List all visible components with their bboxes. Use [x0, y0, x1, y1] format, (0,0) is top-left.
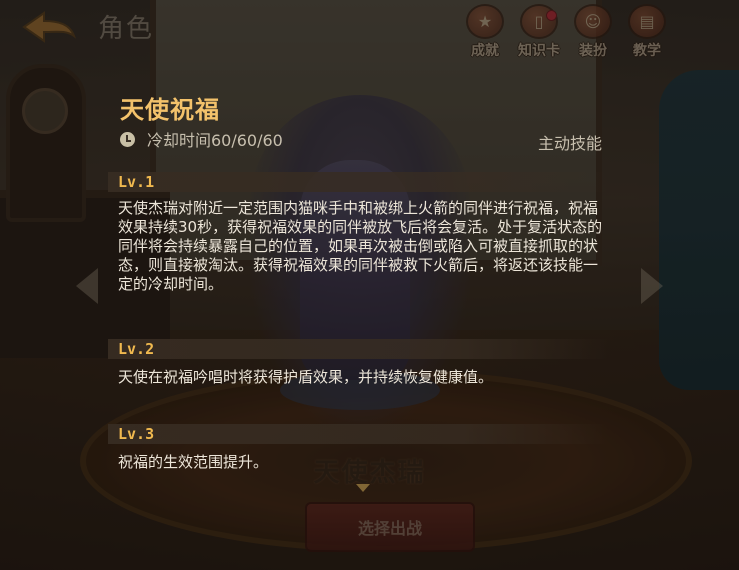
skill-type: 主动技能 [537, 134, 602, 153]
level-description: 天使在祝福吟唱时将获得护盾效果，并持续恢复健康值。 [118, 368, 494, 386]
level-label: Lv.2 [118, 340, 155, 358]
level-header: Lv.3 [108, 424, 608, 444]
level-description: 天使杰瑞对附近一定范围内猫咪手中和被绑上火箭的同伴进行祝福，祝福效果持续30秒，… [118, 199, 603, 293]
level-label: Lv.1 [118, 173, 155, 191]
level-header: Lv.2 [108, 339, 608, 359]
level-description: 祝福的生效范围提升。 [118, 453, 269, 471]
skill-title: 天使祝福 [120, 96, 220, 124]
cooldown-row: 冷却时间60/60/60 [120, 127, 283, 151]
game-screen: 角色 ★ 成就 ▯ 知识卡 ☺ 装扮 ▤ 教学 天使杰瑞 选择出战 天使祝福 冷… [0, 0, 739, 570]
cooldown-text: 冷却时间60/60/60 [147, 131, 283, 150]
level-header: Lv.1 [108, 172, 608, 192]
level-label: Lv.3 [118, 425, 155, 443]
skill-detail-panel: 天使祝福 冷却时间60/60/60 主动技能 Lv.1 天使杰瑞对附近一定范围内… [0, 0, 739, 570]
clock-icon [120, 131, 135, 147]
